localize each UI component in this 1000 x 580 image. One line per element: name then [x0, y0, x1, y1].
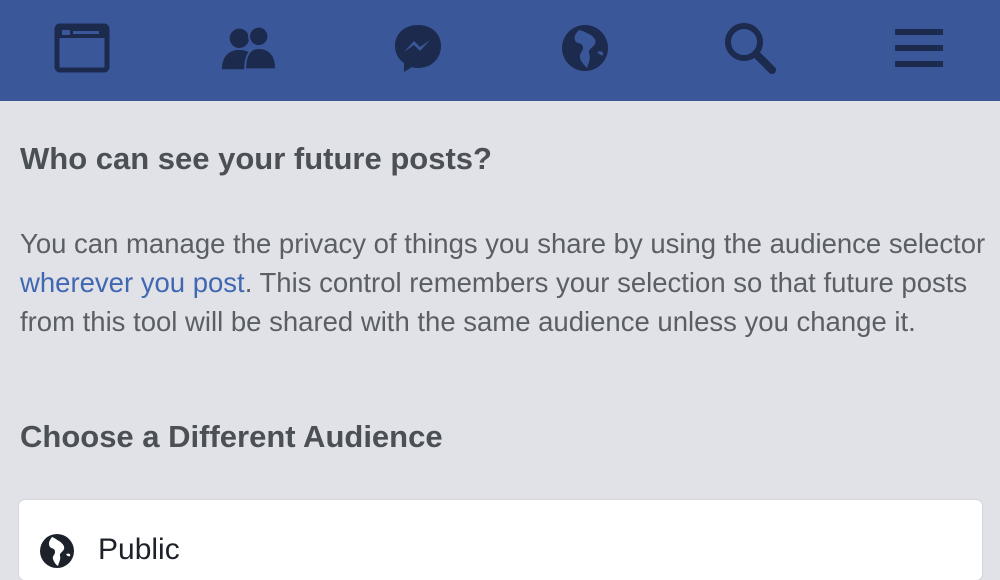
globe-icon: [39, 533, 75, 569]
description-text-start: You can manage the privacy of things you…: [20, 228, 986, 259]
menu-icon[interactable]: [889, 18, 949, 78]
globe-notifications-icon[interactable]: [555, 18, 615, 78]
audience-option-public[interactable]: Public: [19, 500, 982, 580]
privacy-description: You can manage the privacy of things you…: [20, 224, 988, 341]
section-title: Who can see your future posts?: [20, 141, 492, 176]
search-icon[interactable]: [720, 18, 780, 78]
messenger-icon[interactable]: [388, 18, 448, 78]
top-navigation-bar: [0, 0, 1000, 101]
friends-icon[interactable]: [220, 18, 280, 78]
audience-heading: Choose a Different Audience: [20, 419, 443, 454]
news-feed-icon[interactable]: [52, 18, 112, 78]
wherever-you-post-link[interactable]: wherever you post: [20, 267, 245, 298]
